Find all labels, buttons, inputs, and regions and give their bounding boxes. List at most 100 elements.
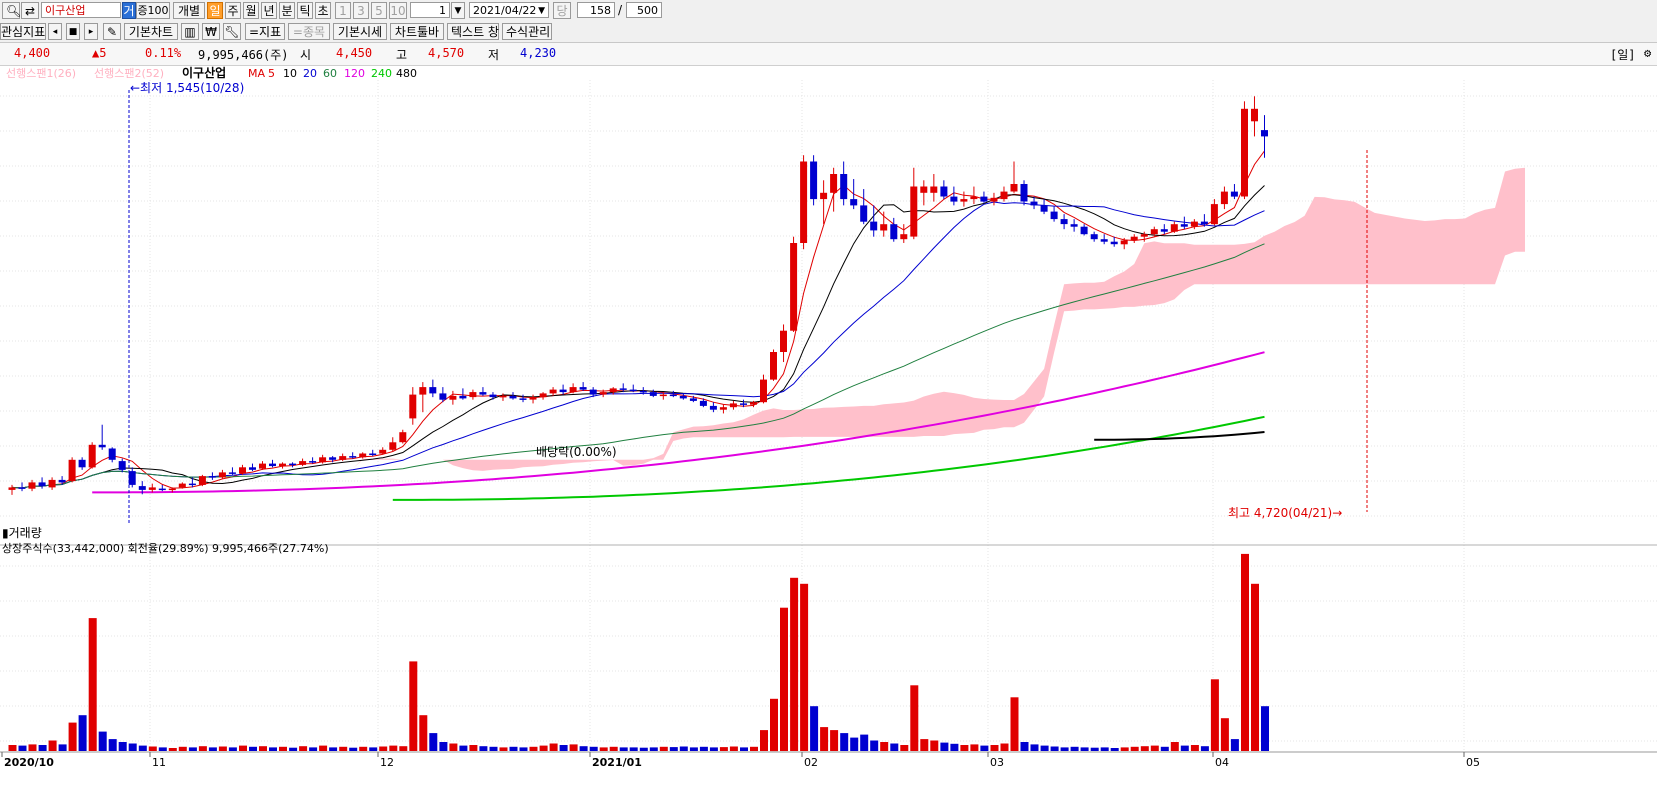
symbols-button[interactable]: =종목 xyxy=(288,23,330,40)
period-day[interactable]: 일 xyxy=(207,2,223,19)
date-input[interactable]: 2021/04/22 ▼ xyxy=(469,2,549,18)
price-chart[interactable]: 2020/10 11 12 2021/01 02 03 04 05 선행스팬1(26) 선행스… xyxy=(0,66,1657,812)
chart-type-button[interactable]: ▥ xyxy=(181,23,199,40)
moving-average-lines xyxy=(11,150,1265,501)
volume-bar xyxy=(168,748,177,751)
period-month[interactable]: 월 xyxy=(243,2,259,19)
volume-bar xyxy=(970,744,979,751)
volume-bar xyxy=(148,746,157,751)
x-axis-label: 11 xyxy=(152,756,166,769)
interval-10[interactable]: 10 xyxy=(389,2,407,19)
volume-bar xyxy=(68,722,77,751)
volume-bar xyxy=(1170,742,1179,751)
candle-body xyxy=(579,387,587,390)
basic-chart-button[interactable]: 기본차트 xyxy=(124,23,178,40)
legend-stock-name: 이구산업 xyxy=(182,66,226,80)
formula-mgmt-button[interactable]: 수식관리 xyxy=(502,23,552,40)
candle-body xyxy=(679,395,687,399)
volume-bar xyxy=(870,740,879,751)
currency-button[interactable]: ₩ xyxy=(202,23,220,40)
period-second[interactable]: 초 xyxy=(315,2,331,19)
candle-body xyxy=(158,488,166,491)
candle-body xyxy=(890,224,898,240)
settings-icon[interactable]: ⚙ xyxy=(1644,46,1651,60)
indicators-button[interactable]: =지표 xyxy=(245,23,285,40)
candle-body xyxy=(1040,205,1048,212)
search-button[interactable]: 🔍︎ xyxy=(2,2,22,19)
legend-ma240: 240 xyxy=(371,67,392,80)
interval-input[interactable]: 1 xyxy=(410,2,450,18)
scroll-right-button[interactable]: ▸ xyxy=(84,23,98,40)
stop-button[interactable]: ■ xyxy=(66,23,80,40)
candle-body xyxy=(118,461,126,470)
candle-body xyxy=(218,472,226,478)
date-flag-button[interactable]: 당 xyxy=(553,2,571,19)
candle-body xyxy=(539,393,547,398)
volume-bar xyxy=(1160,746,1169,751)
candle-body xyxy=(429,387,437,394)
volume-bar xyxy=(78,715,87,751)
total-input[interactable]: 500 xyxy=(626,2,662,18)
refresh-button[interactable]: ⇄ xyxy=(21,2,39,19)
modify-button[interactable]: ✎ xyxy=(103,23,121,40)
volume-bar xyxy=(1220,718,1229,751)
volume-bar xyxy=(1100,747,1109,751)
date-value: 2021/04/22 xyxy=(473,4,537,17)
candle-body xyxy=(1251,108,1258,122)
volume-bar xyxy=(269,747,277,751)
volume-bar xyxy=(900,745,909,751)
scroll-left-button[interactable]: ◂ xyxy=(48,23,62,40)
tools-button[interactable]: 🔧︎ xyxy=(223,23,241,40)
volume-bar xyxy=(349,747,358,751)
individual-button[interactable]: 개별 xyxy=(173,2,205,19)
candle-body xyxy=(188,483,196,486)
candle-body xyxy=(299,461,307,465)
search-icon: 🔍︎ xyxy=(6,4,22,18)
count-input[interactable]: 158 xyxy=(577,2,615,18)
stock-name-input[interactable]: 이구산업 xyxy=(41,2,121,18)
interval-1[interactable]: 1 xyxy=(335,2,351,19)
volume-bar xyxy=(579,746,588,751)
period-tick[interactable]: 틱 xyxy=(297,2,313,19)
chart-toolbar-button[interactable]: 차트툴바 xyxy=(390,23,444,40)
candle-body xyxy=(1241,108,1248,197)
text-window-button[interactable]: 텍스트 창 xyxy=(447,23,499,40)
volume-bar xyxy=(138,745,147,751)
triangle-right-icon: ▸ xyxy=(88,27,94,37)
candle-body xyxy=(840,174,848,200)
volume-bar xyxy=(619,747,628,751)
volume-bar xyxy=(599,747,608,751)
candle-icon: ▥ xyxy=(184,25,196,39)
legend-ma5: 5 xyxy=(268,67,275,80)
volume-bar xyxy=(960,745,969,751)
volume-bar xyxy=(559,745,568,751)
interval-dropdown[interactable]: ▼ xyxy=(451,2,465,19)
volume-bar xyxy=(118,742,127,751)
indicator-button[interactable]: 관심지표 xyxy=(0,23,46,40)
period-minute[interactable]: 분 xyxy=(279,2,295,19)
period-week[interactable]: 주 xyxy=(225,2,241,19)
candle-body xyxy=(920,186,928,193)
legend-ma-label: MA xyxy=(248,67,265,80)
candle-body xyxy=(359,453,367,458)
candle-body xyxy=(1210,204,1218,225)
basic-quote-button[interactable]: 기본시세 xyxy=(333,23,387,40)
period-year[interactable]: 년 xyxy=(261,2,277,19)
volume-bar xyxy=(629,747,638,751)
candle-body xyxy=(8,487,16,490)
volume-bar xyxy=(509,746,518,751)
candle-body xyxy=(1060,219,1068,225)
candle-body xyxy=(659,394,667,397)
candle-body xyxy=(689,398,697,401)
volume-bar xyxy=(639,747,648,751)
candle-body xyxy=(349,456,357,458)
low-label: 저 xyxy=(488,48,500,62)
legend-ma10: 10 xyxy=(283,67,297,80)
candle-body xyxy=(860,205,868,222)
volume-bar xyxy=(519,747,528,751)
interval-3[interactable]: 3 xyxy=(353,2,369,19)
margin-rate-badge[interactable]: 증100 xyxy=(136,2,170,19)
volume-bar xyxy=(1060,747,1069,751)
interval-5[interactable]: 5 xyxy=(371,2,387,19)
candle-body xyxy=(750,402,757,405)
